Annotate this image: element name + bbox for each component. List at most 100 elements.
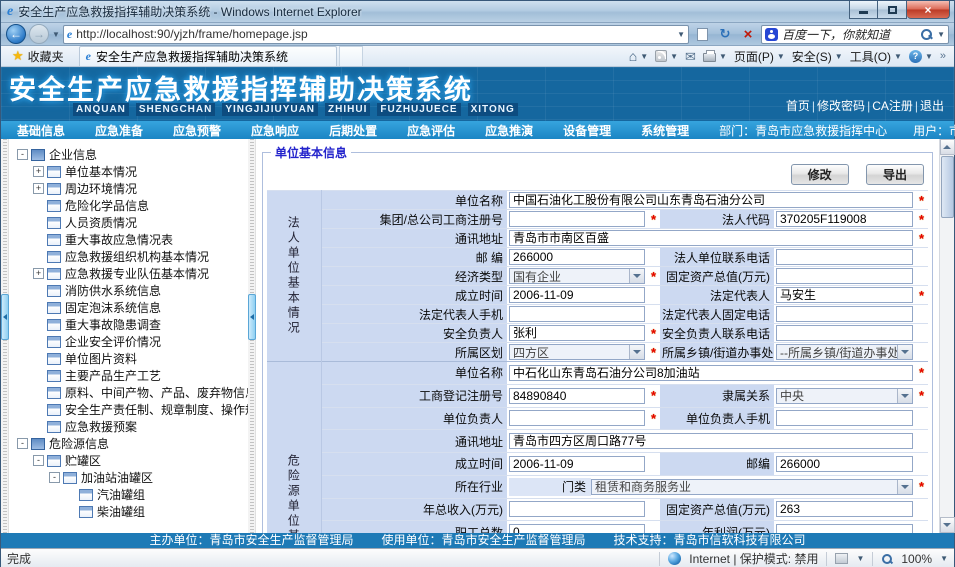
form-input[interactable]: 青岛市四方区周口路77号	[509, 433, 913, 449]
form-select[interactable]: --所属乡镇/街道办事处--	[776, 344, 913, 360]
tree-item[interactable]: 消防供水系统信息	[13, 282, 248, 299]
form-input[interactable]	[776, 325, 913, 341]
export-button[interactable]: 导出	[866, 164, 924, 185]
form-select[interactable]: 四方区	[509, 344, 645, 360]
tree-item[interactable]: 应急救援组织机构基本情况	[13, 248, 248, 265]
tree-item[interactable]: +应急救援专业队伍基本情况	[13, 265, 248, 282]
tree-item[interactable]: 主要产品生产工艺	[13, 367, 248, 384]
search-icon[interactable]	[920, 28, 933, 41]
form-input[interactable]	[776, 306, 913, 322]
form-input[interactable]: 263	[776, 501, 913, 517]
tree-item[interactable]: 汽油罐组	[13, 486, 248, 503]
form-input[interactable]: 张利	[509, 325, 645, 341]
form-input[interactable]: 84890840	[509, 388, 645, 404]
header-link[interactable]: CA注册	[872, 99, 913, 113]
form-input[interactable]: 中石化山东青岛石油分公司8加油站	[509, 365, 913, 381]
read-mail-button[interactable]: ✉	[685, 50, 696, 63]
form-input[interactable]: 370205F119008	[776, 211, 913, 227]
collapse-minus-icon[interactable]: -	[49, 472, 60, 483]
page-menu[interactable]: 页面(P)▼	[734, 48, 785, 65]
tree-item[interactable]: 单位图片资料	[13, 350, 248, 367]
header-link[interactable]: 首页	[786, 99, 810, 113]
scroll-up-button[interactable]	[940, 139, 955, 155]
expand-plus-icon[interactable]: +	[33, 166, 44, 177]
form-select[interactable]: 中央	[776, 388, 913, 404]
address-bar[interactable]: e http://localhost:90/yjzh/frame/homepag…	[63, 25, 689, 44]
menu-item[interactable]: 应急评估	[407, 122, 455, 139]
tree-item[interactable]: 原料、中间产物、产品、废弃物信息	[13, 384, 248, 401]
menu-item[interactable]: 后期处置	[329, 122, 377, 139]
form-input[interactable]	[776, 249, 913, 265]
header-link[interactable]: 修改密码	[817, 99, 865, 113]
tree-item[interactable]: 固定泡沫系统信息	[13, 299, 248, 316]
tree-item[interactable]: 重大事故应急情况表	[13, 231, 248, 248]
select-arrow-icon[interactable]	[897, 345, 912, 359]
menu-item[interactable]: 基础信息	[17, 122, 65, 139]
tree-item[interactable]: 应急救援预案	[13, 418, 248, 435]
scroll-down-button[interactable]	[940, 517, 955, 533]
tools-menu[interactable]: 工具(O)▼	[850, 48, 902, 65]
tree-item[interactable]: 柴油罐组	[13, 503, 248, 520]
compatibility-view-button[interactable]	[692, 25, 712, 44]
splitter-collapse-handle[interactable]	[1, 294, 9, 340]
select-arrow-icon[interactable]	[629, 345, 644, 359]
print-button[interactable]: ▼	[703, 50, 727, 62]
tree-item[interactable]: 人员资质情况	[13, 214, 248, 231]
collapse-minus-icon[interactable]: -	[33, 455, 44, 466]
form-input[interactable]	[776, 410, 913, 426]
tree-item[interactable]: +单位基本情况	[13, 163, 248, 180]
form-input[interactable]	[776, 268, 913, 284]
frame-splitter-left[interactable]	[1, 139, 9, 533]
frame-splitter-mid[interactable]	[248, 139, 256, 533]
new-tab-button[interactable]	[339, 46, 363, 66]
form-select[interactable]: 国有企业	[509, 268, 645, 284]
menu-item[interactable]: 应急推演	[485, 122, 533, 139]
search-text[interactable]: 百度一下，你就知道	[782, 26, 916, 43]
toolbar-overflow-chevron[interactable]: »	[940, 50, 946, 62]
tree-item[interactable]: 企业安全评价情况	[13, 333, 248, 350]
form-input[interactable]: 中国石油化工股份有限公司山东青岛石油分公司	[509, 192, 913, 208]
splitter-collapse-handle[interactable]	[248, 294, 256, 340]
form-input[interactable]	[509, 306, 645, 322]
expand-plus-icon[interactable]: +	[33, 268, 44, 279]
history-dropdown-icon[interactable]: ▼	[52, 30, 60, 39]
search-dropdown-icon[interactable]: ▼	[937, 30, 945, 39]
header-link[interactable]: 退出	[920, 99, 944, 113]
modify-button[interactable]: 修改	[791, 164, 849, 185]
close-button[interactable]: ×	[907, 1, 950, 19]
menu-item[interactable]: 设备管理	[563, 122, 611, 139]
forward-button[interactable]: →	[29, 24, 49, 44]
zoom-page-icon[interactable]	[835, 553, 848, 564]
help-menu[interactable]: ?▼	[909, 50, 933, 63]
form-select[interactable]: 租赁和商务服务业	[591, 479, 913, 495]
tree-item[interactable]: -危险源信息	[13, 435, 248, 452]
expand-plus-icon[interactable]: +	[33, 183, 44, 194]
collapse-minus-icon[interactable]: -	[17, 149, 28, 160]
menu-item[interactable]: 应急准备	[95, 122, 143, 139]
form-input[interactable]	[509, 410, 645, 426]
form-input[interactable]: 0	[509, 524, 645, 533]
home-button[interactable]: ⌂▼	[629, 49, 648, 63]
zoom-dropdown-icon[interactable]: ▼	[940, 554, 948, 563]
search-box[interactable]: 百度一下，你就知道 ▼	[761, 25, 949, 44]
form-input[interactable]	[509, 501, 645, 517]
tree-item[interactable]: +周边环境情况	[13, 180, 248, 197]
tree-item[interactable]: 重大事故隐患调查	[13, 316, 248, 333]
tree-item[interactable]: -贮罐区	[13, 452, 248, 469]
url-text[interactable]: http://localhost:90/yjzh/frame/homepage.…	[76, 27, 673, 41]
safety-menu[interactable]: 安全(S)▼	[792, 48, 843, 65]
favorites-button[interactable]: ★ 收藏夹	[7, 47, 69, 65]
zoom-page-dropdown-icon[interactable]: ▼	[856, 554, 864, 563]
menu-item[interactable]: 系统管理	[641, 122, 689, 139]
tree-item[interactable]: -企业信息	[13, 146, 248, 163]
maximize-button[interactable]	[878, 1, 907, 19]
select-arrow-icon[interactable]	[897, 389, 912, 403]
form-input[interactable]: 266000	[776, 456, 913, 472]
scrollbar-thumb[interactable]	[941, 156, 954, 218]
collapse-minus-icon[interactable]: -	[17, 438, 28, 449]
form-input[interactable]: 2006-11-09	[509, 287, 645, 303]
form-input[interactable]	[509, 211, 645, 227]
minimize-button[interactable]	[849, 1, 878, 19]
address-dropdown-icon[interactable]: ▼	[677, 30, 685, 39]
form-input[interactable]: 2006-11-09	[509, 456, 645, 472]
